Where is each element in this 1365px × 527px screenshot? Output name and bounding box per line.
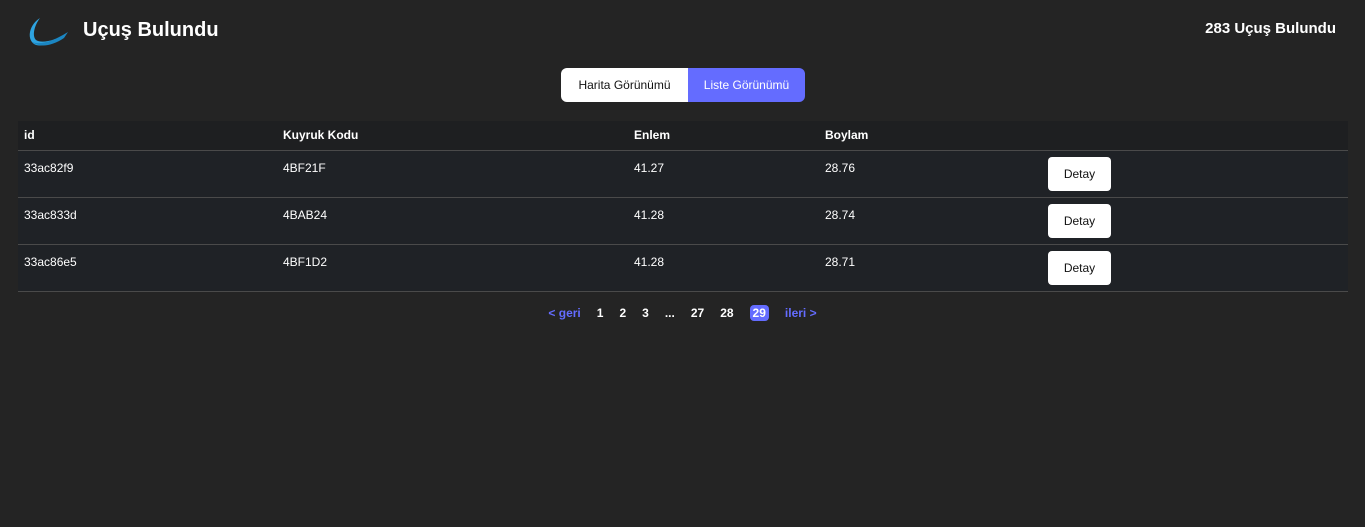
cell-tail-code: 4BAB24 [277, 197, 628, 245]
flight-count-label: 283 Uçuş Bulundu [1205, 20, 1336, 37]
page-ellipsis: ... [664, 306, 675, 320]
cell-id: 33ac86e5 [18, 244, 277, 292]
cell-action: Detay [1042, 197, 1348, 245]
table-row: 33ac833d 4BAB24 41.28 28.74 Detay [18, 197, 1348, 245]
app-header: Uçuş Bulundu 283 Uçuş Bulundu [0, 0, 1365, 64]
page-title: Uçuş Bulundu [83, 19, 219, 41]
cell-tail-code: 4BF21F [277, 150, 628, 198]
cell-longitude: 28.71 [819, 244, 1042, 292]
prev-page-link[interactable]: < geri [548, 306, 580, 320]
view-toggle: Harita Görünümü Liste Görünümü [561, 68, 805, 102]
list-view-button[interactable]: Liste Görünümü [688, 68, 805, 102]
detail-button[interactable]: Detay [1048, 156, 1111, 191]
table-row: 33ac86e5 4BF1D2 41.28 28.71 Detay [18, 244, 1348, 292]
column-header-tail-code: Kuyruk Kodu [277, 121, 628, 151]
column-header-latitude: Enlem [628, 121, 819, 151]
cell-latitude: 41.28 [628, 244, 819, 292]
airplane-swoosh-icon[interactable] [26, 14, 70, 50]
detail-button[interactable]: Detay [1048, 203, 1111, 238]
column-header-longitude: Boylam [819, 121, 1042, 151]
cell-action: Detay [1042, 244, 1348, 292]
table-header-row: id Kuyruk Kodu Enlem Boylam [18, 121, 1348, 151]
next-page-link[interactable]: ileri > [785, 306, 817, 320]
page-link-2[interactable]: 2 [619, 306, 626, 320]
detail-button[interactable]: Detay [1048, 250, 1111, 285]
cell-id: 33ac833d [18, 197, 277, 245]
pagination: < geri 1 2 3 ... 27 28 29 ileri > [0, 305, 1365, 321]
page-link-28[interactable]: 28 [720, 306, 733, 320]
column-header-action [1042, 121, 1348, 151]
cell-action: Detay [1042, 150, 1348, 198]
cell-latitude: 41.28 [628, 197, 819, 245]
page-link-27[interactable]: 27 [691, 306, 704, 320]
table-row: 33ac82f9 4BF21F 41.27 28.76 Detay [18, 150, 1348, 198]
cell-tail-code: 4BF1D2 [277, 244, 628, 292]
cell-id: 33ac82f9 [18, 150, 277, 198]
page-link-3[interactable]: 3 [642, 306, 649, 320]
column-header-id: id [18, 121, 277, 151]
page-link-1[interactable]: 1 [597, 306, 604, 320]
cell-longitude: 28.74 [819, 197, 1042, 245]
cell-longitude: 28.76 [819, 150, 1042, 198]
map-view-button[interactable]: Harita Görünümü [561, 68, 688, 102]
flights-table: id Kuyruk Kodu Enlem Boylam 33ac82f9 4BF… [18, 121, 1348, 292]
page-link-29-current[interactable]: 29 [749, 305, 769, 321]
cell-latitude: 41.27 [628, 150, 819, 198]
